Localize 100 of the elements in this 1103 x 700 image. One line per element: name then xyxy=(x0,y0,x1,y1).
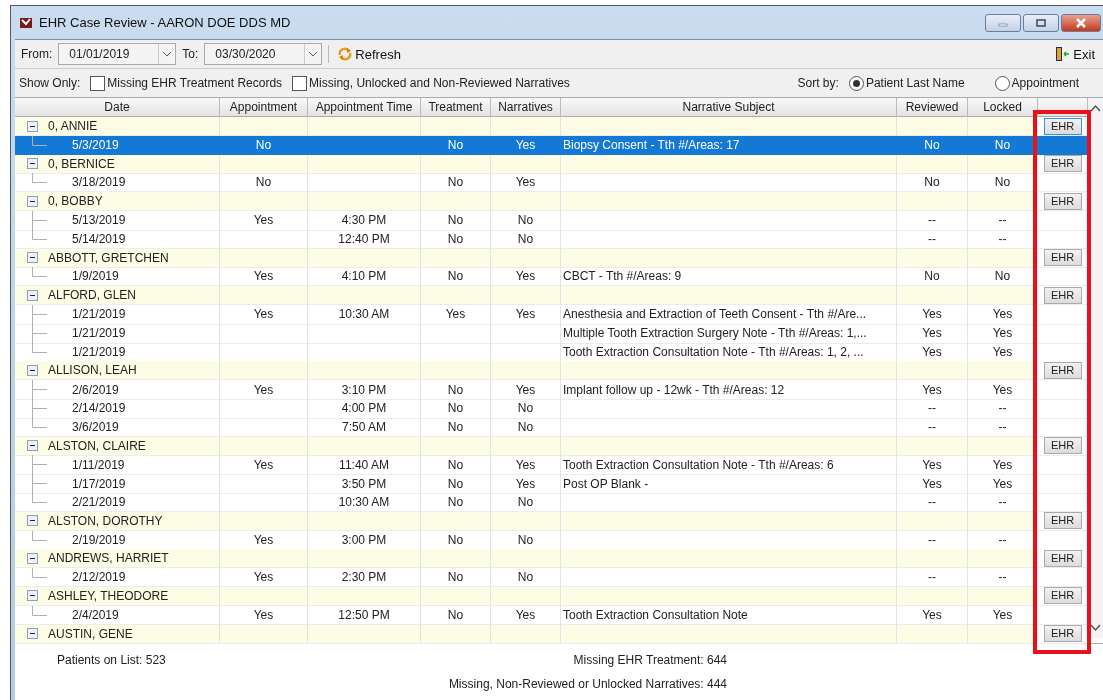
table-cell-text: -- xyxy=(998,531,1007,549)
scroll-up-icon[interactable] xyxy=(1090,104,1101,112)
radio-label[interactable]: Appointment xyxy=(1011,76,1079,90)
collapse-icon[interactable] xyxy=(27,289,38,301)
ehr-button[interactable]: EHR xyxy=(1043,117,1082,135)
collapse-icon[interactable] xyxy=(27,158,38,170)
visit-row[interactable]: 5/14/2019 12:40 PM No No -- -- xyxy=(15,229,1088,249)
table-cell-text: Multiple Tooth Extraction Surgery Note - Tth #/Areas: 1,... xyxy=(563,325,867,343)
to-date-field[interactable]: 03/30/2020 xyxy=(204,43,323,65)
table-cell-text: Yes xyxy=(515,174,536,192)
checkbox-label[interactable]: Missing, Unlocked and Non-Reviewed Narratives xyxy=(309,76,570,90)
table-cell-text: No xyxy=(447,230,464,248)
tree-line xyxy=(32,267,47,278)
checkbox-label[interactable]: Missing EHR Treatment Records xyxy=(107,76,283,90)
table-cell-text: Yes xyxy=(515,381,536,399)
ehr-button[interactable]: EHR xyxy=(1043,155,1082,173)
visit-row[interactable]: 1/21/2019 Multiple Tooth Extraction Surgery Note - Tth #/Areas: 1,... Yes Yes xyxy=(15,323,1088,343)
table-cell-text: Post OP Blank - xyxy=(563,475,649,493)
checkbox[interactable] xyxy=(90,75,106,91)
table-cell-text: Yes xyxy=(515,475,536,493)
radio-label[interactable]: Patient Last Name xyxy=(865,76,965,90)
table-cell-text: 4:10 PM xyxy=(341,268,387,286)
table-cell-text: Yes xyxy=(253,306,274,324)
ehr-button[interactable]: EHR xyxy=(1043,625,1082,642)
from-date-field[interactable]: 01/01/2019 xyxy=(58,43,177,65)
refresh-button[interactable]: Refresh xyxy=(335,44,403,64)
patient-group-row[interactable]: ALLISON, LEAH EHR xyxy=(15,361,1088,381)
table-cell-text: Implant follow up - 12wk - Tth #/Areas: 12 xyxy=(563,381,785,399)
visit-row[interactable]: 1/21/2019 Yes 10:30 AM Yes Yes Anesthesia and Extraction of Teeth Consent - Tth #/Are... Yes Yes xyxy=(15,304,1088,324)
collapse-icon[interactable] xyxy=(27,515,38,527)
patient-group-row[interactable]: 0, ANNIE EHR xyxy=(15,117,1088,136)
table-cell-text: No xyxy=(447,381,464,399)
visit-date: 2/19/2019 xyxy=(72,531,126,549)
table-cell-text: No xyxy=(517,531,534,549)
collapse-icon[interactable] xyxy=(27,628,38,639)
visit-date: 3/18/2019 xyxy=(72,174,126,192)
table-cell-text: Yes xyxy=(992,381,1013,399)
visit-row[interactable]: 1/11/2019 Yes 11:40 AM No Yes Tooth Extraction Consultation Note - Tth #/Areas: 6 Yes Yes xyxy=(15,455,1088,475)
table-cell-text: 3:00 PM xyxy=(341,531,387,549)
table-cell-text: No xyxy=(517,493,534,511)
table-cell-text: -- xyxy=(998,212,1007,230)
patients-count: Patients on List: 523 xyxy=(56,653,167,668)
visit-date: 1/9/2019 xyxy=(72,268,119,286)
visit-row[interactable]: 2/21/2019 10:30 AM No No -- -- xyxy=(15,492,1088,512)
collapse-icon[interactable] xyxy=(27,364,38,376)
scroll-down-icon[interactable] xyxy=(1090,624,1101,632)
table-cell-text: Tooth Extraction Consultation Note xyxy=(563,606,748,624)
radio-button[interactable] xyxy=(994,75,1010,91)
table-cell-text: -- xyxy=(928,212,936,230)
visit-row[interactable]: 3/6/2019 7:50 AM No No -- -- xyxy=(15,417,1088,437)
table-cell-text: Yes xyxy=(253,268,274,286)
table-cell-text: No xyxy=(447,531,464,549)
close-button[interactable] xyxy=(1061,13,1101,32)
patient-group-row[interactable]: ANDREWS, HARRIET EHR xyxy=(15,549,1088,569)
tree-line xyxy=(32,135,47,146)
chevron-down-icon xyxy=(308,51,319,57)
tree-line xyxy=(32,530,47,541)
checkbox[interactable] xyxy=(292,75,308,91)
ehr-button[interactable]: EHR xyxy=(1043,192,1082,210)
collapse-icon[interactable] xyxy=(27,252,38,264)
table-cell-text: Tooth Extraction Consultation Note - Tth #/Areas: 1, 2, ... xyxy=(563,343,864,361)
ehr-button[interactable]: EHR xyxy=(1043,249,1082,267)
ehr-button[interactable]: EHR xyxy=(1043,286,1082,304)
ehr-button[interactable]: EHR xyxy=(1043,549,1082,567)
collapse-icon[interactable] xyxy=(27,552,38,564)
visit-row[interactable]: 5/13/2019 Yes 4:30 PM No No -- -- xyxy=(15,211,1088,230)
patient-name: ALSTON, CLAIRE xyxy=(48,437,146,455)
patient-name: ALFORD, GLEN xyxy=(48,287,137,305)
table-cell-text: Yes xyxy=(253,531,274,549)
ehr-button[interactable]: EHR xyxy=(1043,437,1082,455)
patient-name: ANDREWS, HARRIET xyxy=(48,550,169,568)
collapse-icon[interactable] xyxy=(27,590,38,602)
collapse-icon[interactable] xyxy=(27,195,38,207)
visit-row[interactable]: 2/14/2019 4:00 PM No No -- -- xyxy=(15,398,1088,418)
table-cell-text: No xyxy=(447,606,464,624)
exit-button[interactable]: Exit xyxy=(1053,44,1097,64)
ehr-button[interactable]: EHR xyxy=(1043,361,1082,379)
maximize-button[interactable] xyxy=(1023,13,1059,32)
table-cell-text: 3:10 PM xyxy=(341,381,387,399)
table-cell-text: 3:50 PM xyxy=(341,475,387,493)
visit-date: 5/13/2019 xyxy=(72,212,126,230)
collapse-icon[interactable] xyxy=(27,120,38,132)
collapse-icon[interactable] xyxy=(27,440,38,452)
to-label: To: xyxy=(182,47,199,61)
patient-name: 0, ANNIE xyxy=(48,118,98,135)
radio-button[interactable] xyxy=(848,75,864,91)
visit-date: 2/14/2019 xyxy=(72,400,126,418)
ehr-button[interactable]: EHR xyxy=(1043,512,1082,530)
patient-name: AUSTIN, GENE xyxy=(48,625,133,643)
ehr-button[interactable]: EHR xyxy=(1043,587,1082,605)
patient-group-row[interactable]: ALFORD, GLEN EHR xyxy=(15,286,1088,305)
patient-group-row[interactable]: 0, BOBBY EHR xyxy=(15,192,1088,211)
table-cell-text: -- xyxy=(998,569,1007,587)
minimize-button[interactable] xyxy=(985,13,1021,32)
visit-row[interactable]: 2/4/2019 Yes 12:50 PM No Yes Tooth Extraction Consultation Note Yes Yes xyxy=(15,605,1088,625)
table-cell-text: 4:00 PM xyxy=(341,400,387,418)
visit-row[interactable]: 2/6/2019 Yes 3:10 PM No Yes Implant follow up - 12wk - Tth #/Areas: 12 Yes Yes xyxy=(15,380,1088,399)
visit-row[interactable]: 1/17/2019 3:50 PM No Yes Post OP Blank - Yes Yes xyxy=(15,474,1088,493)
patient-name: ASHLEY, THEODORE xyxy=(48,587,169,605)
table-cell-text: Anesthesia and Extraction of Teeth Consent - Tth #/Are... xyxy=(563,306,867,324)
